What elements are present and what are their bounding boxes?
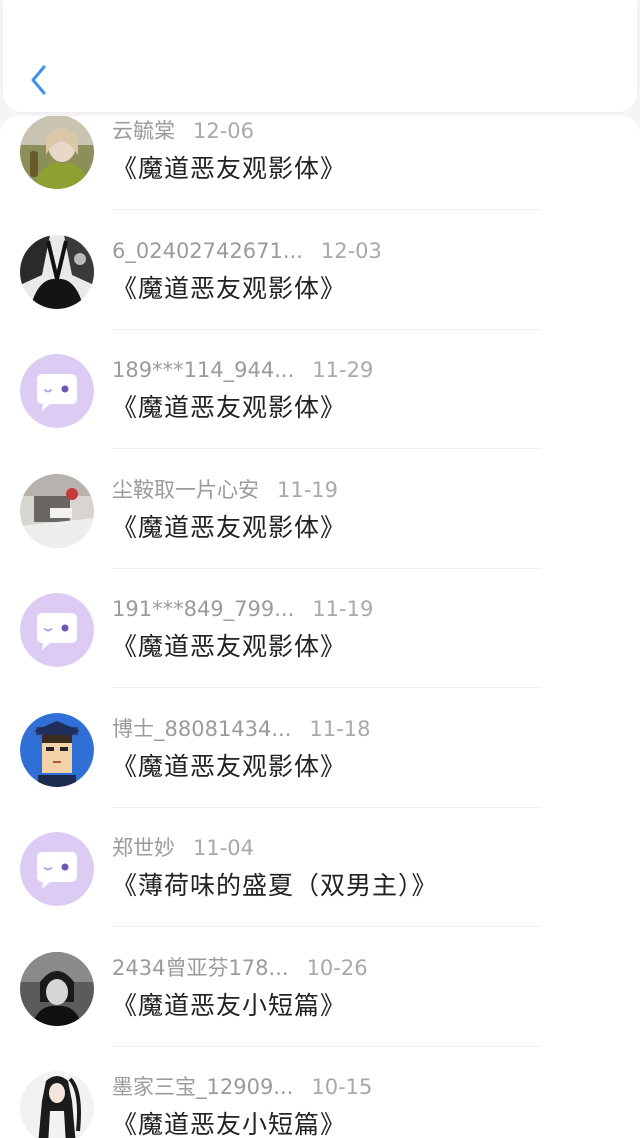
book-title: 《魔道恶友小短篇》: [112, 990, 347, 1020]
comment-date: 11-29: [312, 358, 374, 382]
book-title: 《魔道恶友观影体》: [112, 512, 347, 542]
list-item[interactable]: 郑世妙 11-04 《薄荷味的盛夏（双男主）》: [0, 805, 640, 927]
book-title: 《魔道恶友观影体》: [112, 393, 347, 422]
book-title: 《魔道恶友观影体》: [112, 751, 347, 781]
list-item[interactable]: 尘鞍取一片心安 11-19 《魔道恶友观影体》: [0, 447, 640, 569]
comment-list: 云毓棠 12-06 《魔道恶友观影体》 6_02402742671... 12-03…: [0, 116, 640, 1138]
list-item[interactable]: 博士_88081434... 11-18 《魔道恶友观影体》: [0, 686, 640, 808]
list-item[interactable]: 6_02402742671... 12-03 《魔道恶友观影体》: [0, 208, 640, 330]
book-title: 《魔道恶友观影体》: [112, 154, 347, 183]
list-item[interactable]: 189***114_944... 11-29 《魔道恶友观影体》: [0, 327, 640, 449]
book-title: 《魔道恶友观影体》: [112, 273, 347, 303]
back-button[interactable]: [25, 60, 51, 100]
comment-date: 10-26: [306, 955, 368, 980]
book-title: 《魔道恶友观影体》: [112, 632, 347, 661]
list-item[interactable]: 191***849_799... 11-19 《魔道恶友观影体》: [0, 566, 640, 688]
username: 郑世妙: [112, 836, 175, 860]
comment-date: 11-19: [312, 597, 374, 621]
avatar: [20, 1071, 94, 1138]
username: 墨家三宝_12909...: [112, 1075, 294, 1099]
username: 191***849_799...: [112, 597, 295, 621]
avatar: [20, 951, 94, 1026]
list-item[interactable]: 墨家三宝_12909... 10-15 《魔道恶友小短篇》: [0, 1044, 640, 1138]
book-title: 《薄荷味的盛夏（双男主）》: [112, 871, 438, 900]
default-avatar: [20, 832, 94, 906]
comment-date: 12-06: [193, 119, 255, 143]
nav-header: [3, 0, 637, 112]
list-item[interactable]: 2434曾亚芬178... 10-26 《魔道恶友小短篇》: [0, 925, 640, 1047]
chevron-left-icon: [31, 65, 46, 95]
comment-date: 11-18: [309, 716, 371, 741]
avatar: [20, 473, 94, 548]
comment-date: 11-04: [193, 836, 255, 860]
comment-date: 11-19: [277, 477, 339, 502]
username: 博士_88081434...: [112, 716, 292, 741]
comment-date: 12-03: [320, 238, 382, 263]
comment-date: 10-15: [311, 1075, 373, 1099]
username: 云毓棠: [112, 119, 175, 143]
default-avatar: [20, 593, 94, 667]
default-avatar: [20, 354, 94, 428]
list-item[interactable]: 云毓棠 12-06 《魔道恶友观影体》: [0, 116, 640, 210]
username: 尘鞍取一片心安: [112, 477, 259, 502]
username: 2434曾亚芬178...: [112, 955, 289, 980]
username: 6_02402742671...: [112, 238, 303, 263]
book-title: 《魔道恶友小短篇》: [112, 1110, 347, 1138]
avatar: [20, 116, 94, 189]
username: 189***114_944...: [112, 358, 295, 382]
avatar: [20, 234, 94, 309]
avatar: [20, 712, 94, 787]
